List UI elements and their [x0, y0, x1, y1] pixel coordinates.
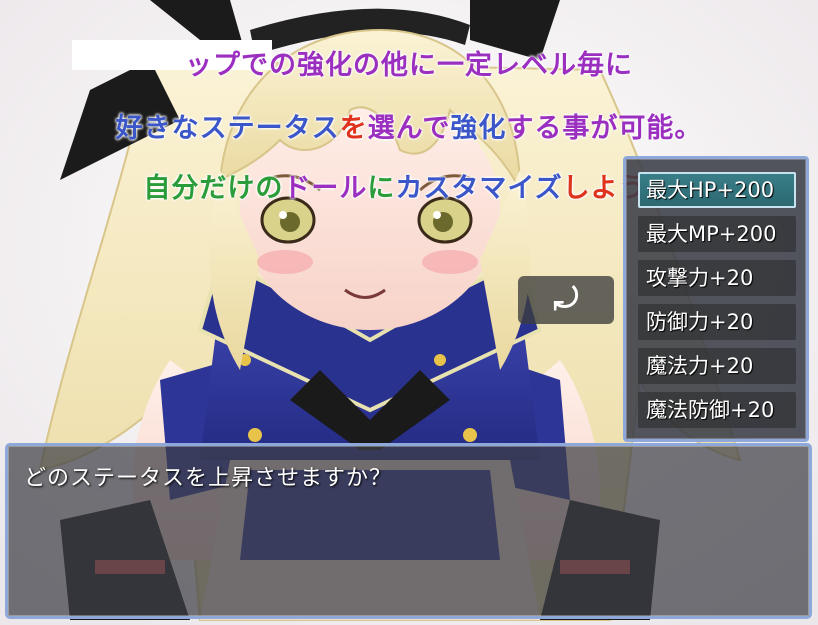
blush-right	[422, 250, 478, 274]
promo-caption-1: ップでの強化の他に一定レベル毎に	[0, 43, 818, 82]
stat-choice-window: 最大HP+200 最大MP+200 攻撃力+20 防御力+20 魔法力+20 魔…	[623, 156, 809, 442]
message-text: どのステータスを上昇させますか？	[24, 466, 393, 491]
caption-segment: 選んで	[367, 113, 451, 144]
caption-segment: 強化	[450, 113, 507, 144]
choice-attack[interactable]: 攻撃力+20	[638, 260, 796, 296]
choice-max-hp[interactable]: 最大HP+200	[638, 172, 796, 208]
uniform-button	[248, 428, 262, 442]
back-button[interactable]: ⤾	[518, 276, 614, 324]
caption-segment: する事が可能。	[506, 113, 703, 144]
eye-left-highlight	[279, 211, 287, 219]
choice-magic-defense[interactable]: 魔法防御+20	[638, 392, 796, 428]
caption-segment: 好きなステータス	[115, 113, 340, 144]
undo-arrow-icon: ⤾	[553, 282, 579, 317]
blush-left	[257, 250, 313, 274]
caption-segment: 自分だけの	[143, 173, 284, 204]
caption-segment: を	[339, 113, 368, 144]
choice-defense[interactable]: 防御力+20	[638, 304, 796, 340]
message-window[interactable]: どのステータスを上昇させますか？	[5, 443, 812, 619]
choice-max-mp[interactable]: 最大MP+200	[638, 216, 796, 252]
uniform-button	[434, 354, 446, 366]
caption-segment: カスタマイズ	[395, 173, 563, 204]
caption-segment: ドール	[283, 173, 368, 204]
caption-segment: ップでの強化の他に一定レベル毎に	[185, 50, 633, 81]
uniform-button	[463, 428, 477, 442]
eye-right-highlight	[433, 211, 441, 219]
choice-magic-attack[interactable]: 魔法力+20	[638, 348, 796, 384]
caption-segment: に	[367, 173, 396, 204]
promo-caption-2: 好きなステータスを選んで強化する事が可能。	[0, 106, 818, 145]
